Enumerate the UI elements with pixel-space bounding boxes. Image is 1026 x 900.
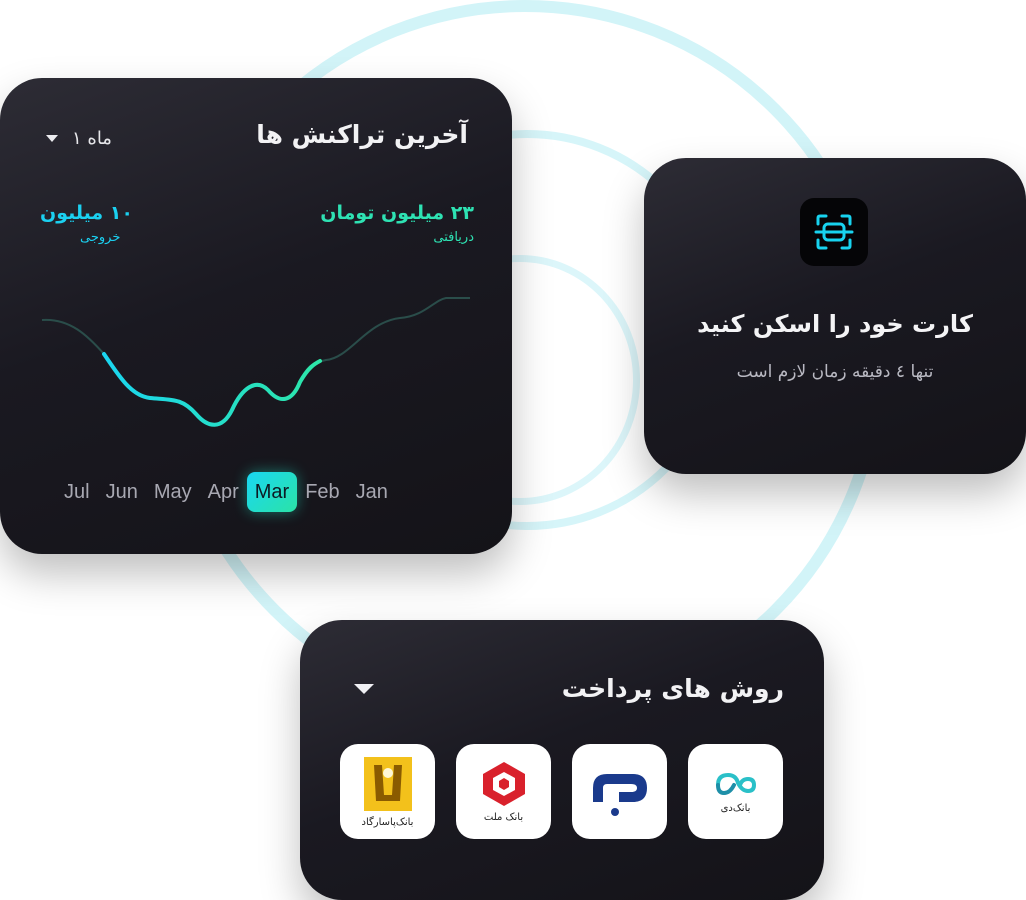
chart-line-highlight [102,352,322,427]
bank-day-logo [715,772,756,796]
bank-mellat-option[interactable]: بانک ملت [456,744,551,839]
month-selector: Jul Jun May Apr Mar Feb Jan [56,472,396,512]
scan-card[interactable]: کارت خود را اسکن کنید تنها ٤ دقیقه زمان … [644,158,1026,474]
scan-title: کارت خود را اسکن کنید [697,310,973,338]
month-feb[interactable]: Feb [297,472,347,512]
bank-day-name: بانک‌دی [720,803,751,814]
chevron-down-icon[interactable] [354,684,374,694]
bank-saderat-logo [592,773,647,816]
month-jun[interactable]: Jun [98,472,146,512]
month-jan[interactable]: Jan [348,472,396,512]
month-mar[interactable]: Mar [246,472,298,512]
transactions-card: آخرین تراکنش ها ۱ ماه ۲۳ میلیون تومان در… [0,78,512,554]
month-jul[interactable]: Jul [56,472,98,512]
month-apr[interactable]: Apr [200,472,247,512]
chart-line-muted [41,297,470,426]
bank-day-option[interactable]: بانک‌دی [688,744,783,839]
payment-methods-card: روش های پرداخت بانک‌پاسارگاد بانک ملت [300,620,824,900]
bank-pasargad-name: بانک‌پاسارگاد [361,817,414,828]
bank-pasargad-logo [363,757,412,811]
bank-pasargad-option[interactable]: بانک‌پاسارگاد [340,744,435,839]
bank-mellat-logo [482,762,525,806]
scan-subtitle: تنها ٤ دقیقه زمان لازم است [736,362,934,382]
payment-title: روش های پرداخت [561,674,784,703]
scan-card-icon[interactable] [800,198,868,266]
bank-mellat-name: بانک ملت [483,812,524,823]
bank-list: بانک‌پاسارگاد بانک ملت بانک‌دی [340,744,783,839]
bank-saderat-option[interactable] [572,744,667,839]
month-may[interactable]: May [146,472,200,512]
